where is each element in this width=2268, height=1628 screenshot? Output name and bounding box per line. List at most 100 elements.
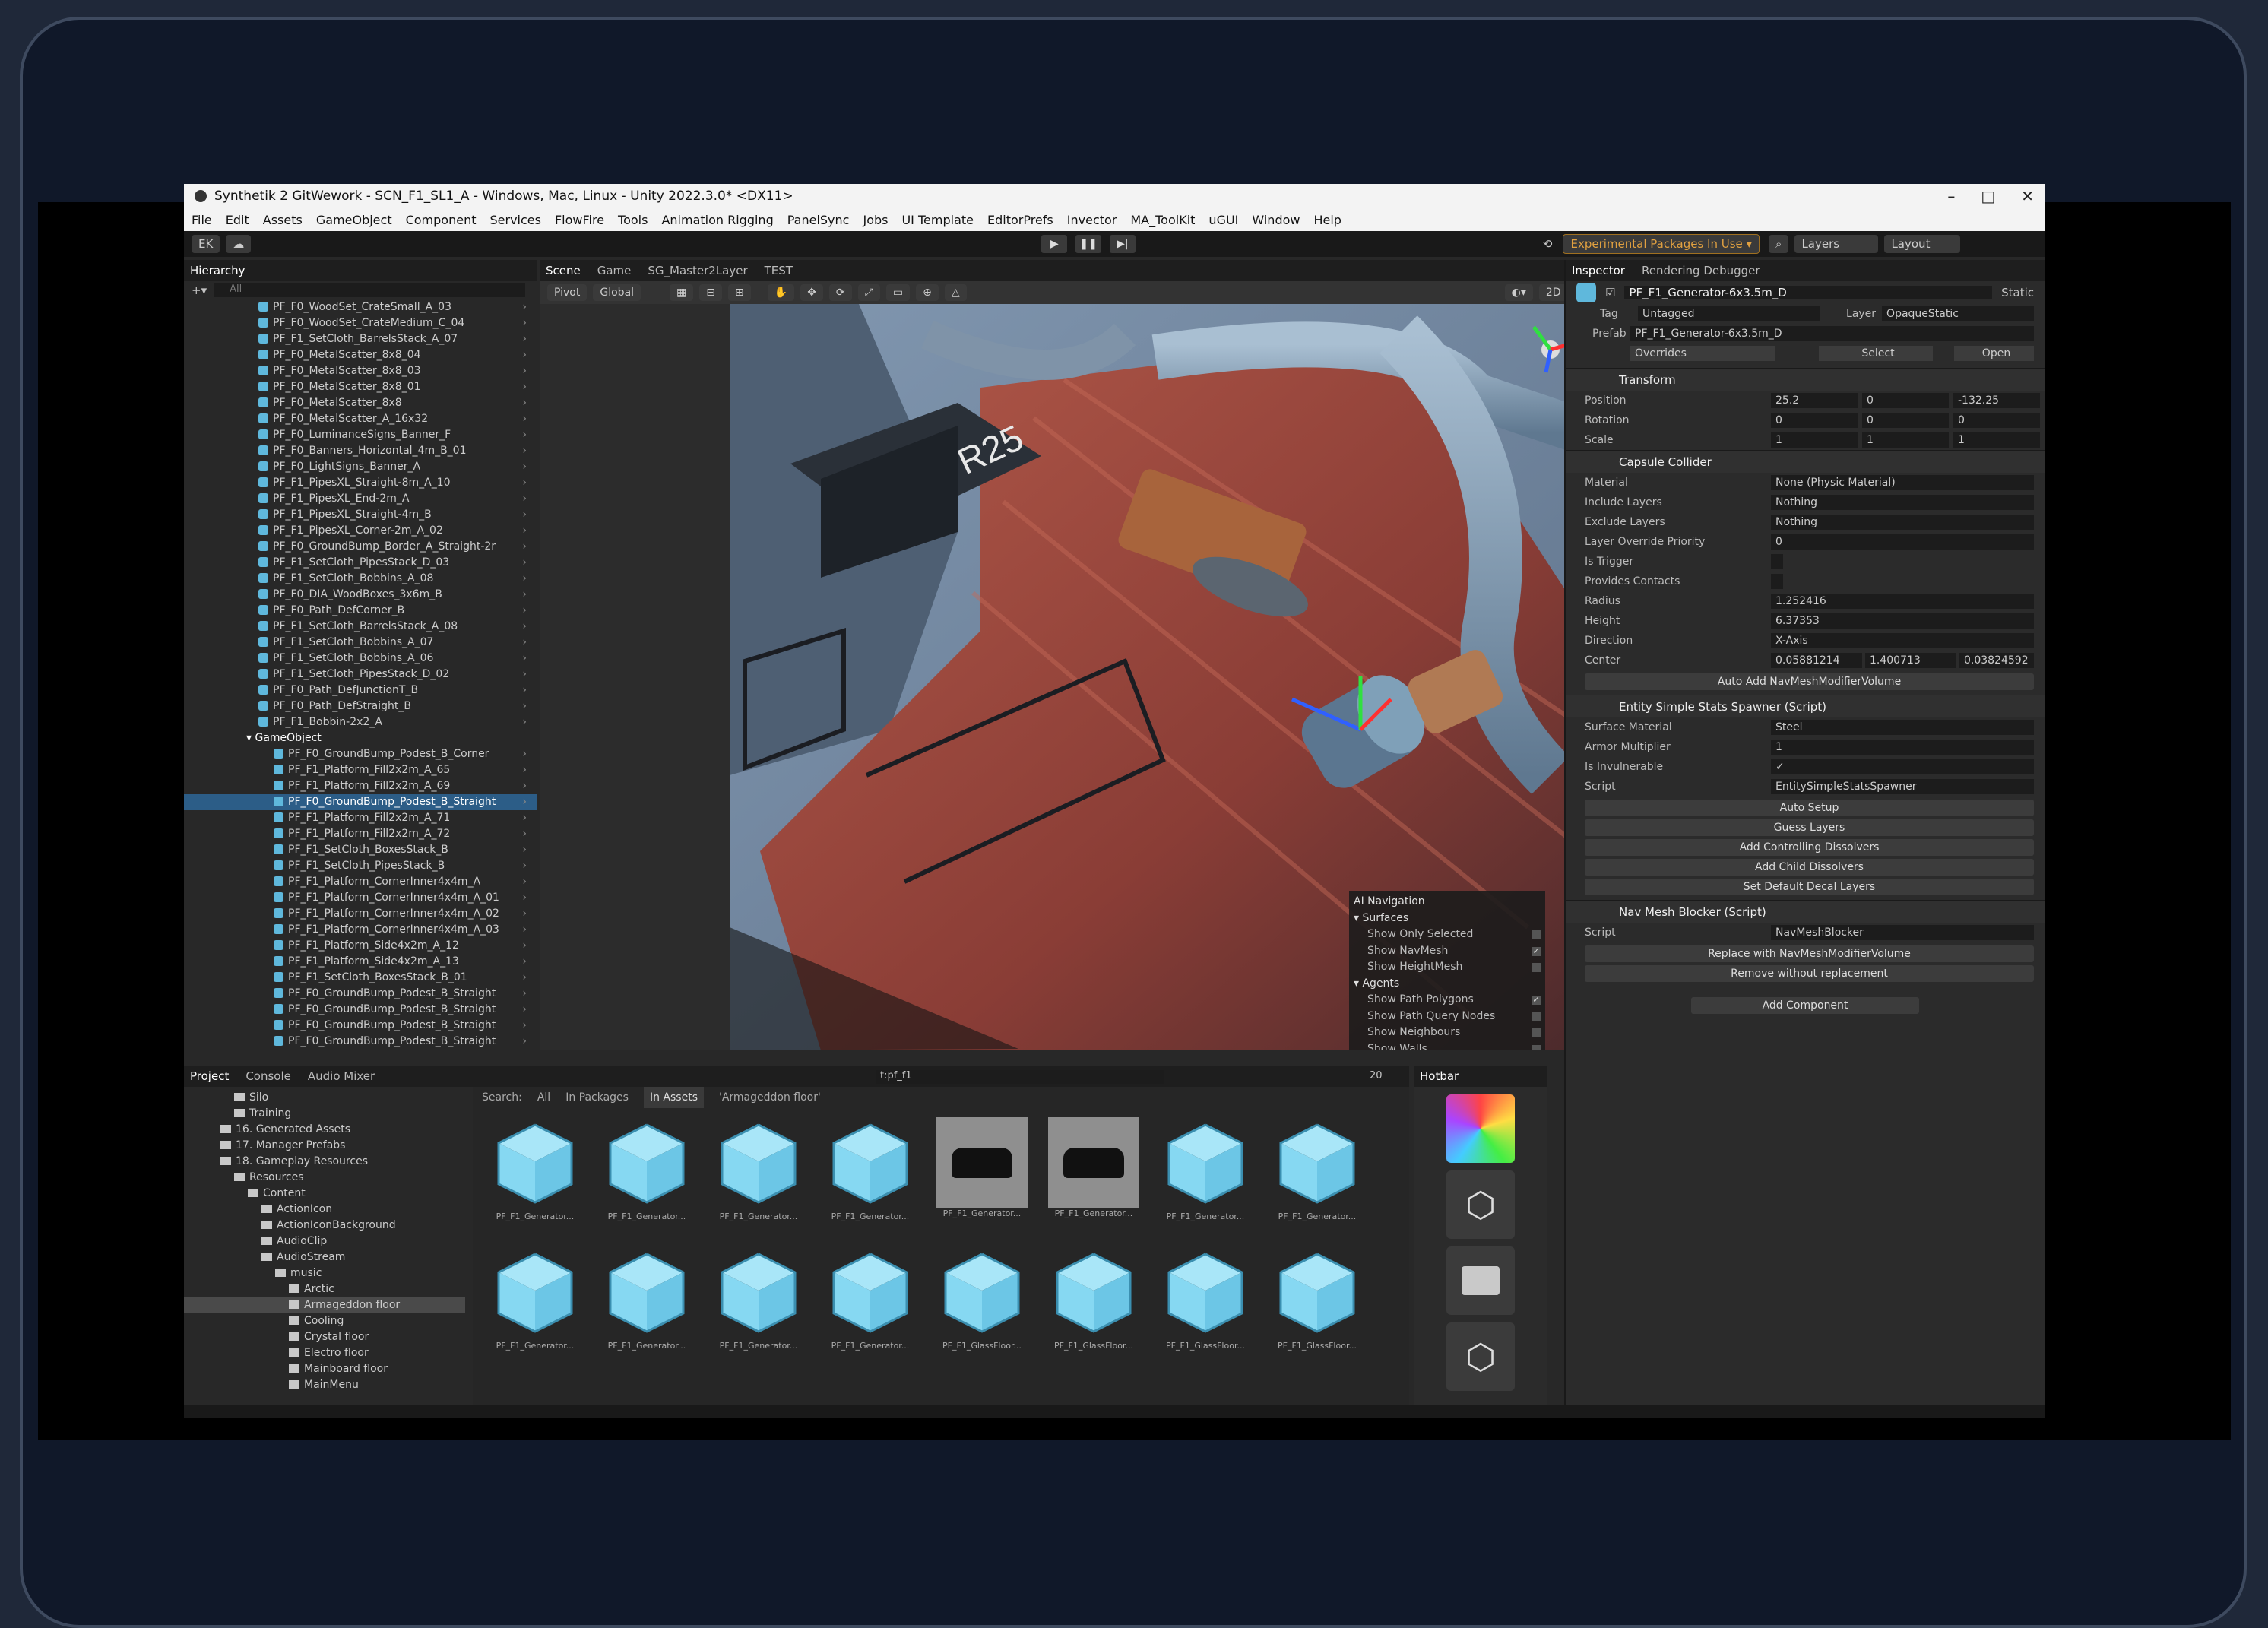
- center-y-field[interactable]: 1.400713: [1865, 653, 1956, 668]
- chevron-right-icon[interactable]: ›: [522, 970, 527, 986]
- folder-item[interactable]: 16. Generated Assets: [184, 1122, 465, 1138]
- move-tool-icon[interactable]: ✥: [800, 284, 823, 301]
- hierarchy-item[interactable]: PF_F0_GroundBump_Podest_B_Straight ›: [184, 1034, 537, 1050]
- chevron-right-icon[interactable]: ›: [522, 571, 527, 587]
- select-button[interactable]: Select: [1819, 346, 1933, 361]
- hierarchy-item[interactable]: PF_F1_Platform_Side4x2m_A_13 ›: [184, 954, 537, 970]
- entity-spawner-header[interactable]: Entity Simple Stats Spawner (Script): [1566, 695, 2045, 717]
- rotation-z-field[interactable]: 0: [1953, 413, 2040, 428]
- hierarchy-item[interactable]: PF_F1_Platform_Fill2x2m_A_69 ›: [184, 778, 537, 794]
- overlay-checkbox[interactable]: [1532, 930, 1541, 939]
- chevron-right-icon[interactable]: ›: [522, 714, 527, 730]
- tab-console[interactable]: Console: [245, 1069, 291, 1083]
- guess-layers-button[interactable]: Guess Layers: [1585, 819, 2034, 836]
- hierarchy-item[interactable]: PF_F1_SetCloth_BarrelsStack_A_08 ›: [184, 619, 537, 635]
- chevron-right-icon[interactable]: ›: [522, 635, 527, 651]
- chevron-right-icon[interactable]: ›: [522, 443, 527, 459]
- menu-tools[interactable]: Tools: [618, 213, 648, 227]
- overrides-dropdown[interactable]: Overrides: [1630, 346, 1775, 361]
- hierarchy-item[interactable]: PF_F0_GroundBump_Podest_B_Straight ›: [184, 794, 537, 810]
- chevron-right-icon[interactable]: ›: [522, 507, 527, 523]
- folder-item[interactable]: Mainboard floor: [184, 1361, 465, 1377]
- transform-tool-icon[interactable]: ⊕: [916, 284, 939, 301]
- position-y-field[interactable]: 0: [1862, 393, 1949, 408]
- overlay-checkbox[interactable]: [1532, 1028, 1541, 1037]
- asset-item[interactable]: PF_F1_Generator...: [710, 1117, 807, 1221]
- hierarchy-item[interactable]: PF_F0_LuminanceSigns_Banner_F ›: [184, 427, 537, 443]
- chevron-right-icon[interactable]: ›: [522, 603, 527, 619]
- hierarchy-item[interactable]: PF_F0_MetalScatter_8x8_04 ›: [184, 347, 537, 363]
- chevron-right-icon[interactable]: ›: [522, 363, 527, 379]
- collider-field[interactable]: 6.37353: [1771, 613, 2034, 629]
- overlay-section-agents[interactable]: ▾ Agents: [1354, 976, 1541, 993]
- increment-icon[interactable]: ⊞: [728, 284, 751, 301]
- search-icon[interactable]: ⌕: [1769, 235, 1789, 253]
- auto-add-navmesh-modifier-button[interactable]: Auto Add NavMeshModifierVolume: [1585, 673, 2034, 690]
- chevron-right-icon[interactable]: ›: [522, 667, 527, 683]
- auto-setup-button[interactable]: Auto Setup: [1585, 800, 2034, 816]
- chevron-right-icon[interactable]: ›: [522, 778, 527, 794]
- collider-field[interactable]: X-Axis: [1771, 633, 2034, 648]
- unity-icon[interactable]: ⬡: [1446, 1322, 1515, 1391]
- add-component-button[interactable]: Add Component: [1691, 997, 1919, 1014]
- chevron-right-icon[interactable]: ›: [522, 459, 527, 475]
- chevron-right-icon[interactable]: ›: [522, 906, 527, 922]
- chevron-right-icon[interactable]: ›: [522, 698, 527, 714]
- chevron-right-icon[interactable]: ›: [522, 938, 527, 954]
- overlay-section-surfaces[interactable]: ▾ Surfaces: [1354, 911, 1541, 927]
- tab-hierarchy[interactable]: Hierarchy: [190, 264, 245, 277]
- spawner-field[interactable]: Steel: [1771, 720, 2034, 735]
- tab-scene[interactable]: Scene: [546, 264, 581, 277]
- experimental-packages-badge[interactable]: Experimental Packages In Use ▾: [1563, 234, 1760, 254]
- layout-dropdown[interactable]: Layout: [1884, 235, 1961, 253]
- chevron-right-icon[interactable]: ›: [522, 842, 527, 858]
- folder-item[interactable]: AudioClip: [184, 1234, 465, 1250]
- chevron-right-icon[interactable]: ›: [522, 379, 527, 395]
- asset-item[interactable]: PF_F1_Generator...: [486, 1117, 584, 1221]
- hierarchy-item[interactable]: PF_F0_Path_DefCorner_B ›: [184, 603, 537, 619]
- center-z-field[interactable]: 0.03824592: [1959, 653, 2034, 668]
- snap-icon[interactable]: ⊟: [699, 284, 723, 301]
- asset-item[interactable]: PF_F1_GlassFloor...: [1157, 1246, 1254, 1351]
- hierarchy-group[interactable]: ▾ GameObject: [184, 730, 537, 746]
- chevron-right-icon[interactable]: ›: [522, 1018, 527, 1034]
- toggle-2d-button[interactable]: 2D: [1538, 284, 1568, 301]
- overlay-checkbox[interactable]: [1532, 1012, 1541, 1021]
- chevron-right-icon[interactable]: ›: [522, 651, 527, 667]
- chevron-right-icon[interactable]: ›: [522, 619, 527, 635]
- folder-item[interactable]: ActionIcon: [184, 1202, 465, 1218]
- hierarchy-item[interactable]: PF_F1_SetCloth_PipesStack_D_03 ›: [184, 555, 537, 571]
- menu-services[interactable]: Services: [489, 213, 540, 227]
- custom-tool-icon[interactable]: △: [944, 284, 967, 301]
- folder-item[interactable]: Cooling: [184, 1313, 465, 1329]
- folder-item[interactable]: Training: [184, 1106, 465, 1122]
- folder-item[interactable]: Silo: [184, 1090, 465, 1106]
- chevron-right-icon[interactable]: ›: [522, 986, 527, 1002]
- hierarchy-item[interactable]: PF_F1_SetCloth_PipesStack_B ›: [184, 858, 537, 874]
- hierarchy-item[interactable]: PF_F0_GroundBump_Podest_B_Straight ›: [184, 986, 537, 1002]
- add-child-dissolvers-button[interactable]: Add Child Dissolvers: [1585, 859, 2034, 876]
- hierarchy-item[interactable]: PF_F1_SetCloth_BoxesStack_B ›: [184, 842, 537, 858]
- pivot-dropdown[interactable]: Pivot: [547, 284, 588, 301]
- menu-gameobject[interactable]: GameObject: [316, 213, 392, 227]
- chevron-right-icon[interactable]: ›: [522, 874, 527, 890]
- position-x-field[interactable]: 25.2: [1771, 393, 1858, 408]
- asset-item[interactable]: PF_F1_GlassFloor...: [933, 1246, 1031, 1351]
- chevron-right-icon[interactable]: ›: [522, 427, 527, 443]
- project-search-input[interactable]: t:pf_f1: [876, 1070, 1164, 1084]
- hierarchy-item[interactable]: PF_F0_GroundBump_Podest_B_Straight ›: [184, 1002, 537, 1018]
- menu-editorprefs[interactable]: EditorPrefs: [987, 213, 1053, 227]
- chevron-right-icon[interactable]: ›: [522, 347, 527, 363]
- rect-tool-icon[interactable]: ▭: [885, 284, 911, 301]
- tab-sg-master2layer[interactable]: SG_Master2Layer: [648, 264, 747, 277]
- folder-item[interactable]: music: [184, 1265, 465, 1281]
- scale-tool-icon[interactable]: ⤢: [857, 284, 880, 301]
- add-icon[interactable]: +▾: [192, 283, 207, 297]
- tab-hotbar[interactable]: Hotbar: [1420, 1069, 1459, 1083]
- spawner-field[interactable]: 1: [1771, 740, 2034, 755]
- collider-field[interactable]: 0: [1771, 534, 2034, 550]
- hierarchy-item[interactable]: PF_F0_GroundBump_Podest_B_Straight ›: [184, 1018, 537, 1034]
- asset-item[interactable]: PF_F1_Generator...: [710, 1246, 807, 1351]
- chevron-right-icon[interactable]: ›: [522, 555, 527, 571]
- hierarchy-item[interactable]: PF_F1_Platform_Side4x2m_A_12 ›: [184, 938, 537, 954]
